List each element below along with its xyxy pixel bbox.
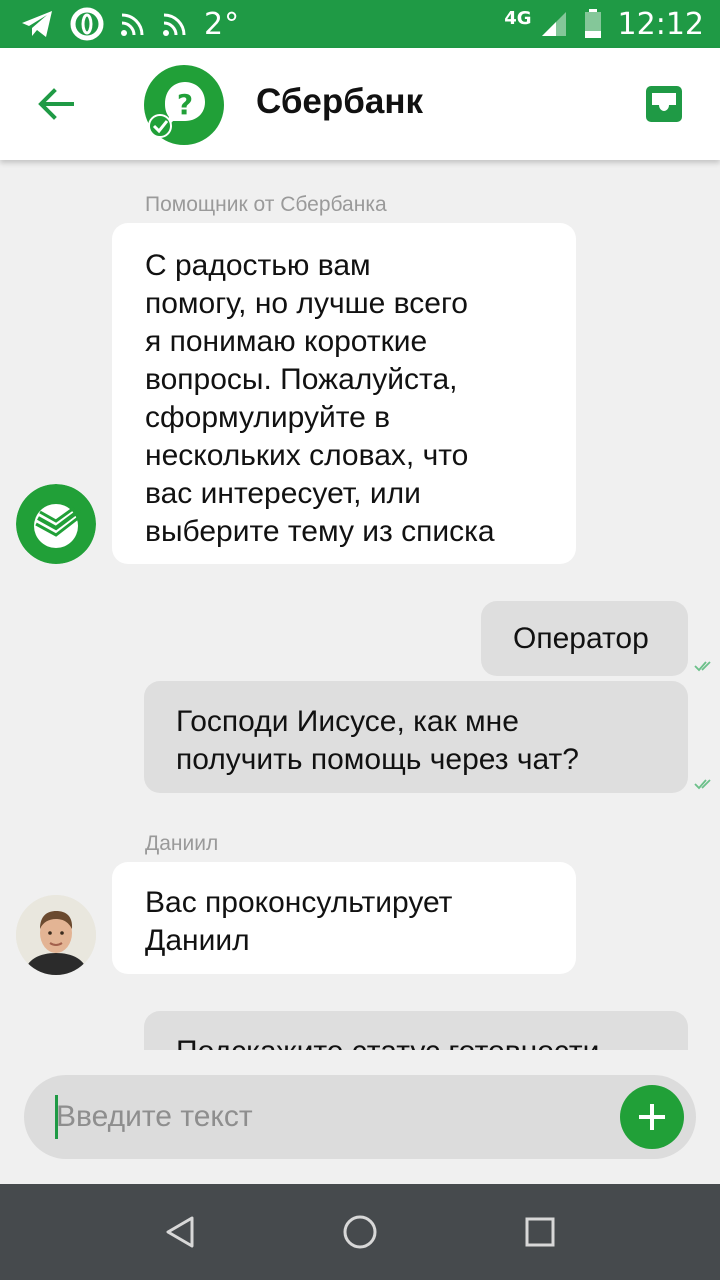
- arrow-left-icon: [38, 88, 74, 120]
- opera-icon: [70, 7, 104, 41]
- page-title: Сбербанк: [256, 82, 424, 121]
- triangle-back-icon: [166, 1216, 194, 1248]
- message-bubble[interactable]: Вас проконсультирует Даниил: [112, 862, 576, 974]
- inbox-icon: [646, 86, 682, 122]
- message-bubble[interactable]: Подскажите статус готовности: [144, 1011, 688, 1050]
- status-bar: 2° 4G 12:12: [0, 0, 720, 48]
- message-line: С радостью вам: [145, 249, 371, 282]
- message-line: получить помощь через чат?: [176, 743, 579, 776]
- message-line: вопросы. Пожалуйста,: [145, 363, 458, 396]
- nav-home-button[interactable]: [342, 1214, 378, 1250]
- message-line: Вас проконсультирует: [145, 886, 453, 919]
- question-chat-icon: ?: [144, 65, 224, 145]
- text-cursor: [55, 1095, 58, 1139]
- message-line: нескольких словах, что: [145, 439, 469, 472]
- battery-icon: [584, 9, 602, 39]
- temperature-text: 2°: [204, 6, 241, 42]
- system-nav-bar: [0, 1184, 720, 1280]
- message-bubble[interactable]: С радостью вам помогу, но лучше всего я …: [112, 223, 576, 564]
- square-recents-icon: [525, 1217, 555, 1247]
- message-line: Даниил: [145, 924, 250, 957]
- message-line: Оператор: [513, 622, 649, 655]
- add-button[interactable]: [620, 1085, 684, 1149]
- rss-icon: [120, 11, 146, 37]
- status-right: 4G 12:12: [504, 7, 704, 42]
- plus-icon: [639, 1104, 665, 1130]
- message-line: вас интересует, или: [145, 477, 421, 510]
- bot-avatar[interactable]: ?: [143, 64, 225, 146]
- message-bubble[interactable]: Господи Иисусе, как мне получить помощь …: [144, 681, 688, 793]
- network-type: 4G: [504, 7, 532, 29]
- operator-avatar: [16, 895, 96, 975]
- person-photo-icon: [16, 895, 96, 975]
- circle-home-icon: [343, 1215, 377, 1249]
- message-bubble[interactable]: Оператор: [481, 601, 688, 676]
- signal-icon: [540, 10, 568, 38]
- back-button[interactable]: [32, 80, 80, 128]
- inbox-button[interactable]: [644, 84, 684, 124]
- sender-name: Даниил: [145, 832, 219, 855]
- status-left: 2°: [20, 7, 240, 42]
- message-line: выберите тему из списка: [145, 515, 495, 548]
- message-line: сформулируйте в: [145, 401, 391, 434]
- nav-back-button[interactable]: [162, 1214, 198, 1250]
- sberbank-avatar: [16, 484, 96, 564]
- telegram-icon: [20, 9, 54, 39]
- app-bar: ? Сбербанк: [0, 48, 720, 160]
- nav-recents-button[interactable]: [522, 1214, 558, 1250]
- composer: [24, 1075, 696, 1159]
- read-check-icon: [694, 779, 711, 790]
- message-line: помогу, но лучше всего: [145, 287, 468, 320]
- rss-icon: [162, 11, 188, 37]
- clock: 12:12: [617, 6, 704, 42]
- svg-text:?: ?: [177, 88, 193, 121]
- chat-area[interactable]: Помощник от Сбербанка С радостью вам пом…: [0, 160, 720, 1050]
- sberbank-logo-icon: [16, 484, 96, 564]
- message-line: Господи Иисусе, как мне: [176, 705, 519, 738]
- read-check-icon: [694, 661, 711, 672]
- message-line: Подскажите статус готовности: [176, 1033, 688, 1050]
- message-line: я понимаю короткие: [145, 325, 428, 358]
- message-input[interactable]: [56, 1097, 596, 1137]
- sender-name: Помощник от Сбербанка: [145, 193, 387, 216]
